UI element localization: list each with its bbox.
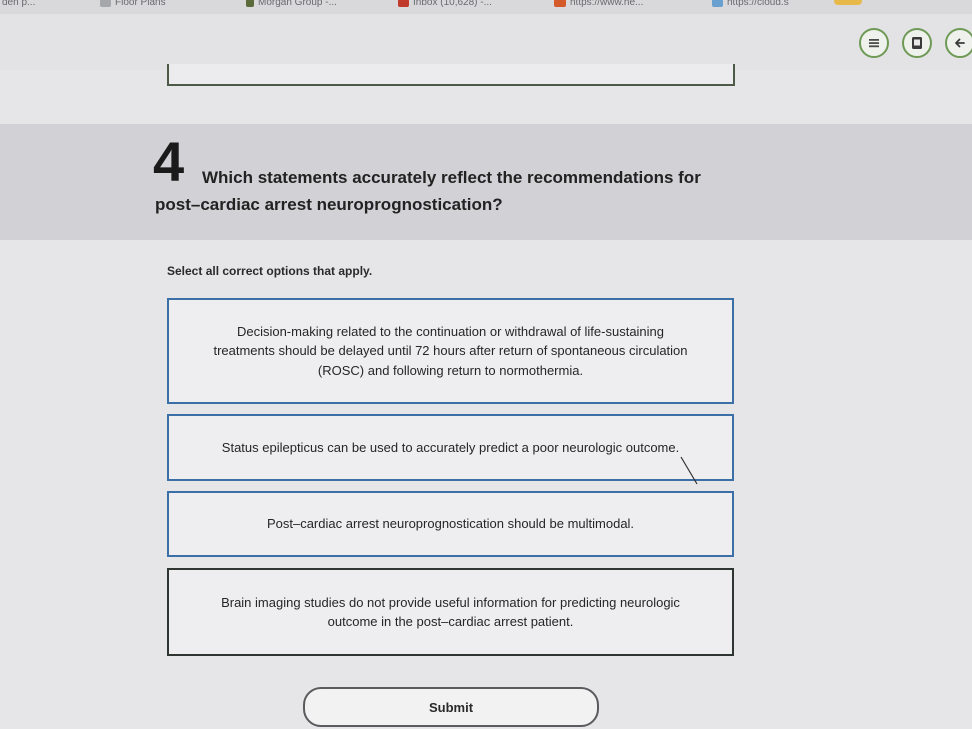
bookmark-label: https://cloud.s bbox=[727, 0, 789, 8]
answer-option-1[interactable]: Decision-making related to the continuat… bbox=[167, 298, 734, 404]
bookmark-item[interactable]: Inbox (10,628) -... bbox=[398, 0, 492, 8]
gmail-icon bbox=[398, 0, 409, 7]
bookmark-label: Floor Plans bbox=[115, 0, 166, 8]
option-text-line: Status epilepticus can be used to accura… bbox=[221, 439, 680, 455]
answer-option-4[interactable]: Brain imaging studies do not provide use… bbox=[167, 568, 734, 656]
bookmark-label: den p... bbox=[2, 0, 36, 8]
answer-option-3[interactable]: Post–cardiac arrest neuroprognostication… bbox=[167, 491, 734, 557]
cloud-icon bbox=[712, 0, 723, 7]
notebook-button[interactable] bbox=[902, 28, 932, 58]
bookmark-label: Morgan Group -... bbox=[258, 0, 337, 8]
bookmark-item[interactable]: Morgan Group -... bbox=[246, 0, 337, 8]
option-text-line: treatments should be delayed until 72 ho… bbox=[213, 343, 688, 359]
bookmark-item[interactable]: https://www.he... bbox=[554, 0, 643, 8]
option-text: Post–cardiac arrest neuroprognostication… bbox=[267, 514, 634, 534]
previous-answer-box bbox=[167, 64, 735, 86]
option-text-line: (ROSC) and following return to normother… bbox=[317, 362, 584, 378]
submit-button[interactable]: Submit bbox=[303, 687, 599, 727]
bookmark-folder-highlight bbox=[834, 0, 862, 5]
menu-button[interactable] bbox=[859, 28, 889, 58]
option-text-line: Decision-making related to the continuat… bbox=[236, 323, 665, 339]
bookmark-item[interactable]: den p... bbox=[2, 0, 35, 8]
bookmark-item[interactable]: Floor Plans bbox=[100, 0, 166, 8]
folder-icon bbox=[100, 0, 111, 7]
instruction-text: Select all correct options that apply. bbox=[167, 264, 373, 278]
notebook-icon bbox=[912, 37, 922, 49]
question-text: post–cardiac arrest neuroprognostication… bbox=[155, 195, 503, 214]
site-favicon-icon bbox=[554, 0, 566, 7]
back-button[interactable] bbox=[945, 28, 972, 58]
question-number: 4 bbox=[153, 130, 185, 193]
option-text: Status epilepticus can be used to accura… bbox=[222, 438, 679, 458]
option-text: Brain imaging studies do not provide use… bbox=[221, 593, 680, 632]
quiz-page: den p... Floor Plans Morgan Group -... I… bbox=[0, 0, 972, 729]
answer-option-2[interactable]: Status epilepticus can be used to accura… bbox=[167, 414, 734, 481]
site-favicon-icon bbox=[246, 0, 254, 7]
bookmark-item[interactable]: https://cloud.s bbox=[712, 0, 789, 8]
bookmark-label: Inbox (10,628) -... bbox=[413, 0, 492, 8]
option-text-line: outcome in the post–cardiac arrest patie… bbox=[327, 614, 574, 629]
option-text-line: Post–cardiac arrest neuroprognostication… bbox=[266, 516, 635, 532]
bookmark-label: https://www.he... bbox=[570, 0, 644, 8]
bookmarks-bar: den p... Floor Plans Morgan Group -... I… bbox=[0, 0, 972, 14]
option-text-line: Brain imaging studies do not provide use… bbox=[221, 594, 680, 610]
arrow-left-icon bbox=[955, 38, 965, 48]
question-text: Which statements accurately reflect the … bbox=[202, 168, 701, 187]
menu-icon bbox=[869, 39, 879, 48]
option-text: Decision-making related to the continuat… bbox=[213, 322, 687, 381]
page-toolbar bbox=[0, 14, 972, 70]
submit-label: Submit bbox=[428, 699, 474, 715]
